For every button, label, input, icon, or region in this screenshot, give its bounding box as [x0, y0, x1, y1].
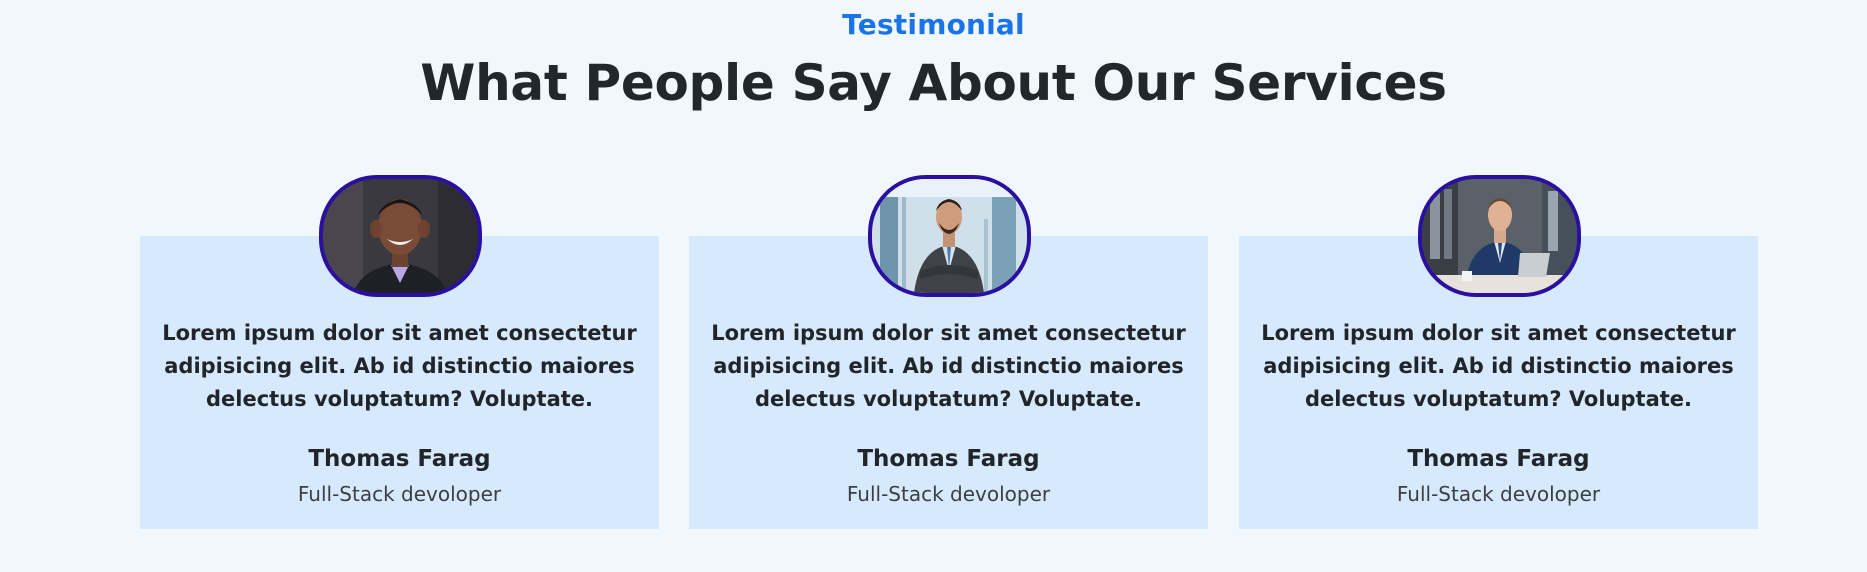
avatar: [868, 175, 1031, 297]
avatar: [319, 175, 482, 297]
testimonial-quote: Lorem ipsum dolor sit amet consectetur a…: [1261, 321, 1736, 411]
testimonial-role: Full-Stack devoloper: [1396, 482, 1601, 506]
testimonial-name: Thomas Farag: [857, 446, 1040, 472]
testimonial-card: Lorem ipsum dolor sit amet consectetur a…: [689, 175, 1208, 529]
section-title: What People Say About Our Services: [420, 54, 1447, 112]
testimonial-quote: Lorem ipsum dolor sit amet consectetur a…: [162, 321, 637, 411]
testimonial-name: Thomas Farag: [1407, 446, 1590, 472]
testimonial-role: Full-Stack devoloper: [846, 482, 1051, 506]
testimonial-role: Full-Stack devoloper: [297, 482, 502, 506]
person-photo-icon: [323, 179, 478, 293]
section-label: Testimonial: [842, 8, 1025, 41]
testimonial-card: Lorem ipsum dolor sit amet consectetur a…: [140, 175, 659, 529]
avatar: [1418, 175, 1581, 297]
person-photo-icon: [872, 179, 1027, 293]
person-photo-icon: [1422, 179, 1577, 293]
testimonial-name: Thomas Farag: [308, 446, 491, 472]
testimonial-quote: Lorem ipsum dolor sit amet consectetur a…: [711, 321, 1186, 411]
testimonial-card: Lorem ipsum dolor sit amet consectetur a…: [1239, 175, 1758, 529]
